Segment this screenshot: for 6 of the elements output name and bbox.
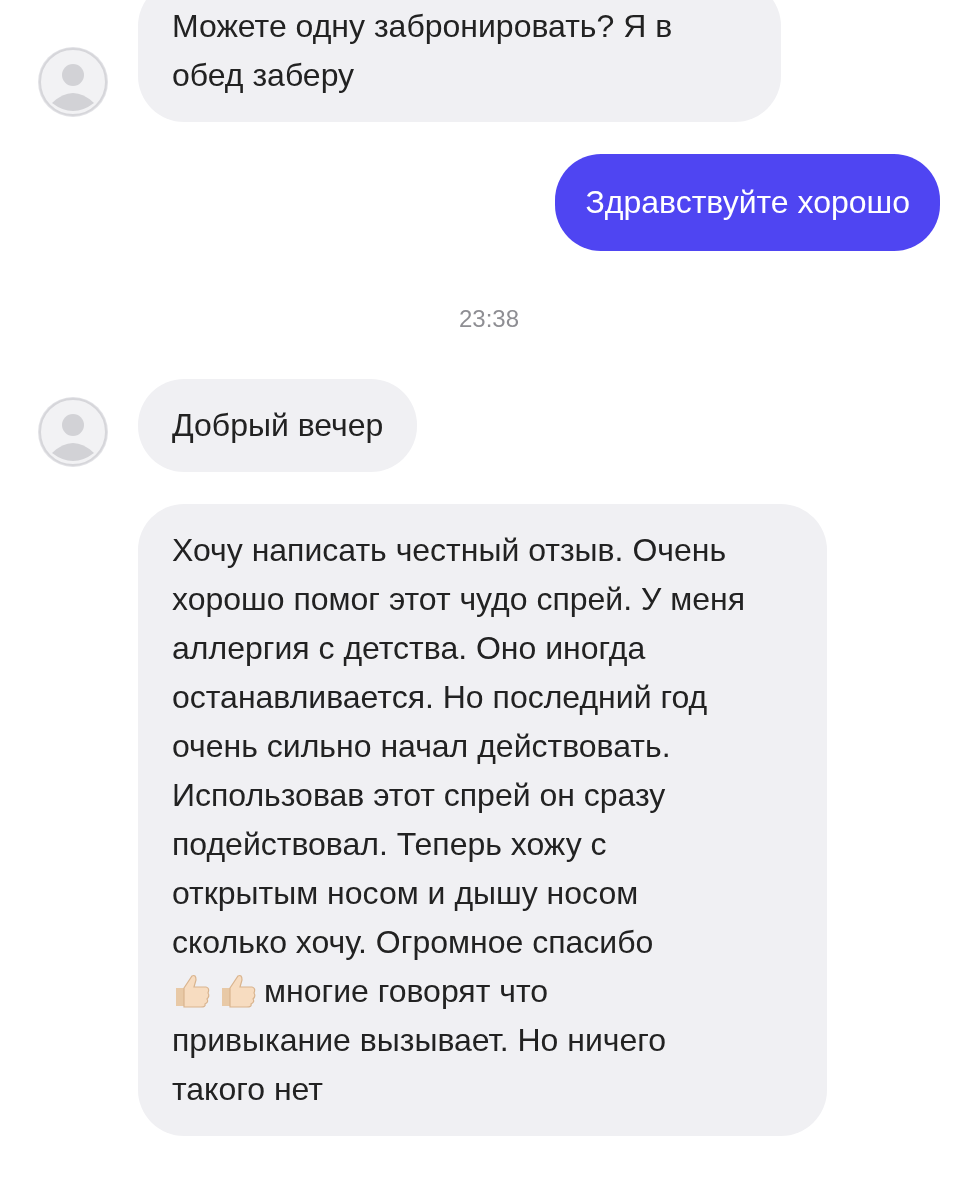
message-time: 23:38 bbox=[458, 305, 520, 333]
message-text: привыкание вызывает. Но ничего такого нет bbox=[172, 1021, 668, 1109]
message-text: Здравствуйте хорошо bbox=[585, 183, 910, 222]
message-text: Можете одну забронировать? Я в обед заберу bbox=[172, 7, 674, 95]
message-text: Добрый вечер bbox=[172, 406, 384, 445]
message-text: многие говорят что bbox=[264, 973, 548, 1009]
